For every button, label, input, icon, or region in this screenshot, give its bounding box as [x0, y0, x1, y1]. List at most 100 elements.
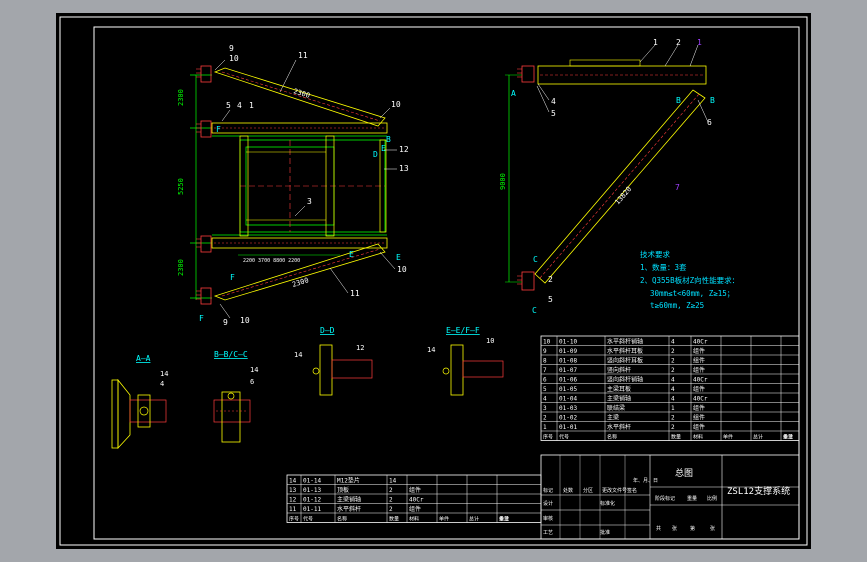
bom-cell: 40Cr [693, 396, 708, 403]
bom-cell: 6 [543, 377, 547, 384]
side-balloon-5: 5 [551, 109, 556, 118]
bom-cell: 14 [289, 478, 297, 485]
side-letter-b2: B [710, 96, 715, 105]
tb-label-total: 共 [656, 525, 661, 532]
bom-cell: 8 [543, 358, 547, 365]
dim-left-1: 2300 [177, 89, 185, 106]
bom-cell: 2 [543, 415, 547, 422]
bom-cell: 组件 [409, 505, 421, 513]
bom-cell: 顶板 [337, 486, 349, 494]
tb-label-no: 第 [690, 525, 695, 532]
bom-cell: 组件 [693, 385, 705, 393]
bom-cell: 主梁销轴 [607, 395, 631, 403]
section-dd-balloon-14: 14 [294, 351, 302, 359]
bom-left-header-cell: 单件 [439, 516, 449, 523]
balloon-13: 13 [399, 164, 409, 173]
balloon-12: 12 [399, 145, 409, 154]
notes-line-2: 2、Q355B板材Z向性能要求： [640, 275, 739, 285]
section-letter-b: B [386, 135, 391, 144]
side-letter-c2: C [532, 306, 537, 315]
section-bc-title: B—B/C—C [214, 350, 248, 359]
bom-left-header-cell: 备注 [499, 516, 509, 523]
balloon-11-top: 11 [298, 51, 308, 60]
section-letter-e2: E [349, 250, 354, 259]
bom-left-header-cell: 代号 [303, 516, 313, 523]
balloon-10-bottom: 10 [240, 316, 250, 325]
bom-cell: 2 [671, 348, 675, 355]
bom-cell: 联结梁 [607, 404, 625, 412]
bom-cell: 主梁 [607, 414, 619, 422]
bom-right-header-cell: 备注 [783, 434, 793, 441]
balloon-9-top: 9 [229, 44, 234, 53]
side-balloon-1b: 1 [697, 38, 702, 47]
frame-dimension-text: 2200 3700 8800 2200 [243, 258, 300, 264]
bom-cell: 14 [389, 478, 397, 485]
dim-left-2: 5250 [177, 178, 185, 195]
tb-label-scale: 比例 [707, 495, 717, 502]
bom-cell: 01-07 [559, 367, 577, 374]
side-balloon-2: 2 [676, 38, 681, 47]
side-balloon-2b: 2 [548, 275, 553, 284]
tb-label-count: 处数 [563, 487, 573, 494]
balloon-1: 1 [249, 101, 254, 110]
bom-cell: 01-11 [303, 506, 321, 513]
bom-cell: 01-12 [303, 497, 321, 504]
bom-cell: 11 [289, 506, 297, 513]
section-dd-title: D—D [320, 326, 335, 335]
section-bc-balloon-14: 14 [250, 366, 258, 374]
bom-cell: 1 [543, 424, 547, 431]
bom-cell: 2 [671, 367, 675, 374]
side-balloon-4: 4 [551, 97, 556, 106]
bom-cell: 2 [671, 358, 675, 365]
bom-cell: 12 [289, 497, 297, 504]
bom-cell: 4 [543, 396, 547, 403]
bom-left-header-cell: 总计 [469, 516, 479, 523]
bom-cell: 组件 [693, 357, 705, 365]
bom-cell: 9 [543, 348, 547, 355]
balloon-10-right-top: 10 [391, 100, 401, 109]
bom-cell: 组件 [409, 486, 421, 494]
bom-cell: 01-13 [303, 487, 321, 494]
dim-left-3: 2300 [177, 259, 185, 276]
section-ef-balloon-14: 14 [427, 346, 435, 354]
bom-cell: 2 [389, 487, 393, 494]
bom-cell: 组件 [693, 414, 705, 422]
bom-right-header-cell: 序号 [543, 434, 553, 441]
bom-cell: 01-05 [559, 386, 577, 393]
bom-left-header-cell: 序号 [289, 516, 299, 523]
drawing-title: 总图 [675, 467, 693, 479]
section-aa-title: A—A [136, 354, 151, 363]
bom-cell: 1 [671, 405, 675, 412]
bom-cell: 组件 [693, 423, 705, 431]
tb-label-sheet: 张 [710, 525, 715, 532]
notes-line-3: 30mm≤t<60mm, Z≥15； [650, 289, 734, 298]
bom-cell: 主梁耳板 [607, 385, 631, 393]
bom-left-header-cell: 名称 [337, 516, 347, 523]
section-letter-f3: F [216, 125, 221, 134]
bom-cell: 4 [671, 386, 675, 393]
section-aa-balloon-14: 14 [160, 370, 168, 378]
tb-label-process: 工艺 [543, 530, 553, 536]
cad-drawing-canvas: 2300 5250 2300 2200 3700 8800 2200 9 10 … [56, 13, 811, 549]
section-letter-d: D [373, 150, 378, 159]
balloon-3: 3 [307, 197, 312, 206]
bom-left-header-cell: 数量 [389, 516, 399, 523]
bom-right-header-cell: 总计 [753, 434, 763, 441]
tb-label-std: 标准化 [600, 500, 615, 507]
tb-label-sheets: 张 [672, 525, 677, 532]
bom-cell: 水平斜杆 [337, 505, 361, 513]
section-letter-f1: F [230, 273, 235, 282]
balloon-11-bottom: 11 [350, 289, 360, 298]
section-letter-e3: E [381, 144, 386, 153]
notes-title: 技术要求 [640, 249, 670, 259]
balloon-9-bottom: 9 [223, 318, 228, 327]
bom-cell: 竖向斜杆销轴 [607, 376, 643, 384]
section-bc-balloon-6: 6 [250, 378, 254, 386]
bom-cell: 2 [389, 506, 393, 513]
bom-cell: 7 [543, 367, 547, 374]
side-letter-c1: C [533, 255, 538, 264]
bom-cell: 组件 [693, 404, 705, 412]
section-letter-f2: F [199, 314, 204, 323]
bom-cell: 10 [543, 339, 551, 346]
section-dd-balloon-12: 12 [356, 344, 364, 352]
